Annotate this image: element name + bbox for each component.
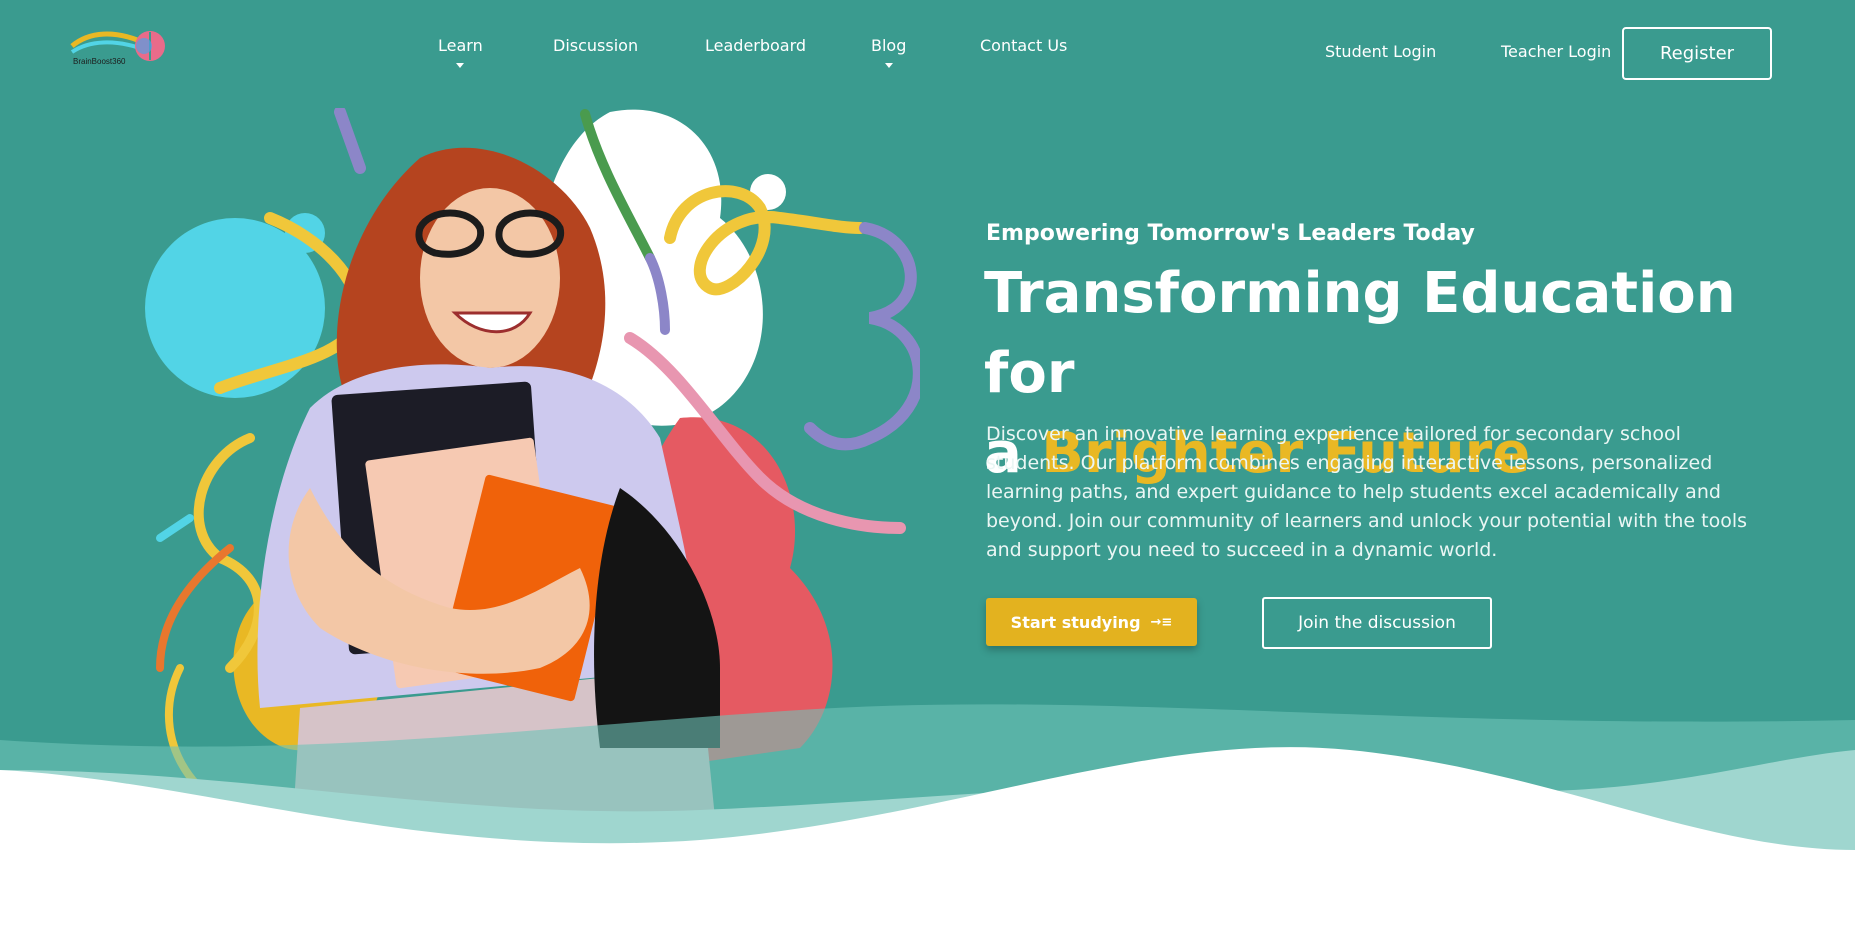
teacher-login-link[interactable]: Teacher Login [1501,42,1611,61]
nav-label-discussion: Discussion [553,36,639,55]
purple-three [804,222,920,451]
brand-logo[interactable]: BrainBoost360 [70,26,170,66]
nav-label-learn: Learn [438,36,483,55]
nav-label-leaderboard: Leaderboard [705,36,807,55]
hero-section: BrainBoost360 Learn Discussion Leaderboa… [0,0,1855,927]
orange-arc [156,544,234,672]
nav-item-blog[interactable]: Blog [871,36,906,68]
arrow-right-icon: →≡ [1150,614,1173,630]
nav-item-learn[interactable]: Learn [438,36,483,68]
hero-waves [0,704,1855,927]
nav-item-contact[interactable]: Contact Us [980,36,1067,55]
nav-label-blog: Blog [871,36,907,55]
purple-stroke [334,108,366,174]
join-discussion-button[interactable]: Join the discussion [1262,597,1492,649]
nav-item-discussion[interactable]: Discussion [553,36,638,55]
brain-icon-left [136,38,152,54]
hero-description: Discover an innovative learning experien… [986,423,1748,561]
start-studying-button[interactable]: Start studying →≡ [986,598,1197,646]
blue-dash [156,514,194,542]
nav-label-contact: Contact Us [980,36,1068,55]
start-studying-label: Start studying [1010,612,1141,632]
nav-item-leaderboard[interactable]: Leaderboard [705,36,806,55]
headline-line1: Transforming Education for [984,261,1736,406]
register-button[interactable]: Register [1622,27,1772,80]
logo-wave-2 [70,40,141,54]
caret-down-icon [456,63,465,68]
caret-down-icon [884,63,893,68]
logo-text: BrainBoost360 [73,57,126,66]
student-login-link[interactable]: Student Login [1325,42,1436,61]
hero-eyebrow: Empowering Tomorrow's Leaders Today [986,221,1475,246]
